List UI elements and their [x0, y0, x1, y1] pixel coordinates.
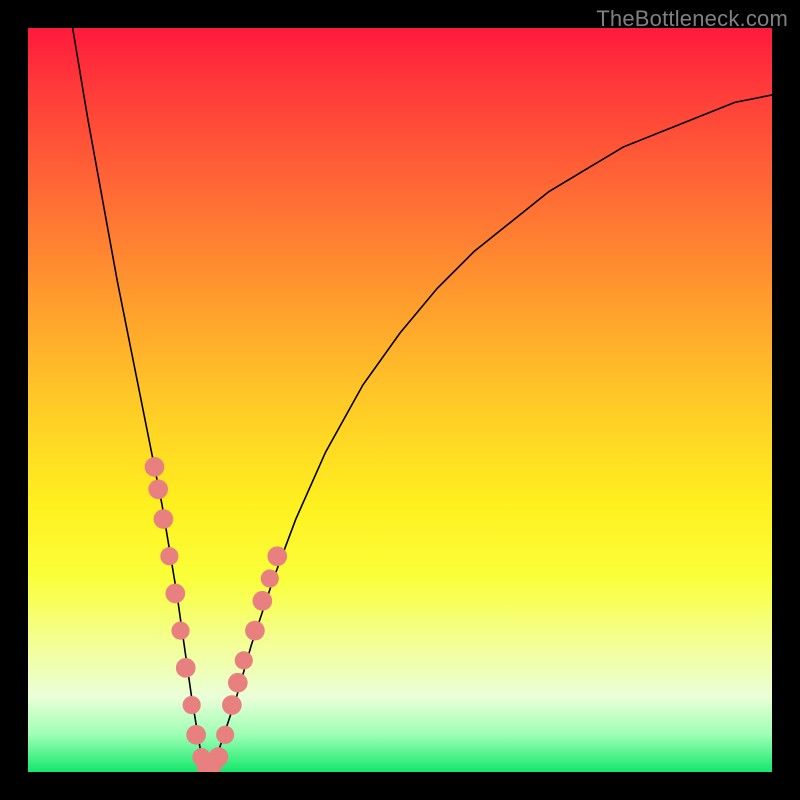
data-marker: [253, 591, 273, 611]
data-marker: [245, 621, 265, 641]
data-marker: [145, 457, 165, 477]
data-marker: [154, 509, 174, 529]
data-marker: [176, 658, 196, 678]
watermark-text: TheBottleneck.com: [596, 6, 788, 32]
bottleneck-curve: [73, 28, 772, 768]
data-marker: [235, 651, 253, 669]
data-marker: [183, 696, 201, 714]
data-marker: [186, 725, 206, 745]
chart-plot-area: [28, 28, 772, 772]
data-marker: [222, 695, 242, 715]
chart-frame: TheBottleneck.com: [0, 0, 800, 800]
data-marker: [209, 747, 229, 767]
data-marker: [171, 622, 189, 640]
data-marker: [261, 569, 279, 587]
data-marker: [267, 546, 287, 566]
data-marker: [148, 479, 168, 499]
chart-svg: [28, 28, 772, 772]
data-marker: [160, 547, 178, 565]
data-marker: [228, 673, 248, 693]
data-marker: [165, 584, 185, 604]
data-marker: [216, 726, 234, 744]
marker-group: [145, 457, 287, 772]
